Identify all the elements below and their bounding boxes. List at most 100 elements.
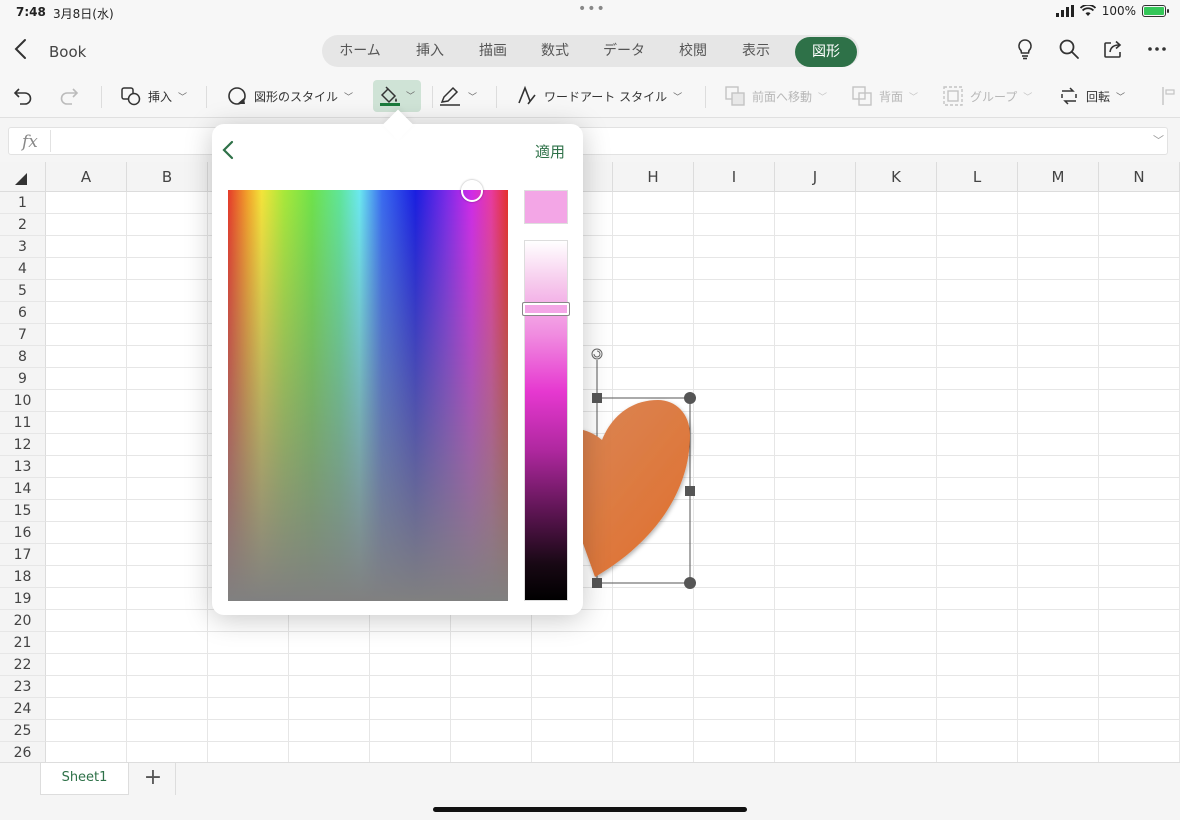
expand-chevron-icon[interactable]: ﹀ <box>1153 132 1164 148</box>
row-header[interactable]: 17 <box>0 544 46 566</box>
redo-button[interactable] <box>58 84 80 108</box>
row-header[interactable]: 9 <box>0 368 46 390</box>
status-right: 100% <box>1055 4 1169 18</box>
tab-draw[interactable]: 描画 <box>462 35 524 67</box>
resize-handle[interactable] <box>684 577 696 589</box>
row-header[interactable]: 5 <box>0 280 46 302</box>
group-label: グループ <box>970 89 1018 104</box>
group-button[interactable]: グループ ﹀ <box>942 84 1032 108</box>
undo-icon <box>13 88 32 105</box>
insert-shape-button[interactable]: 挿入 ﹀ <box>120 84 187 108</box>
formula-bar: fx ﹀ <box>0 118 1180 162</box>
document-title[interactable]: Book <box>49 43 86 61</box>
row-header[interactable]: 18 <box>0 566 46 588</box>
wordart-style-button[interactable]: ワードアート スタイル ﹀ <box>516 84 682 108</box>
shape-outline-button[interactable]: ﹀ <box>438 84 477 108</box>
resize-handle[interactable] <box>684 392 696 404</box>
row-header[interactable]: 19 <box>0 588 46 610</box>
row-header[interactable]: 3 <box>0 236 46 258</box>
row-header[interactable]: 13 <box>0 456 46 478</box>
chevron-down-icon: ﹀ <box>1023 92 1033 103</box>
chevron-down-icon: ﹀ <box>344 92 354 103</box>
select-all-corner[interactable] <box>0 162 46 192</box>
chevron-down-icon: ﹀ <box>1116 92 1126 103</box>
battery-icon <box>1142 5 1169 17</box>
ribbon-toolbar: 挿入 ﹀ 図形のスタイル ﹀ ﹀ ワードアート スタイル ﹀ 前面へ移動 ﹀ 背… <box>0 74 1180 118</box>
row-header[interactable]: 20 <box>0 610 46 632</box>
row-header[interactable]: 16 <box>0 522 46 544</box>
multitasking-dots[interactable]: ••• <box>578 1 606 17</box>
fx-icon[interactable]: fx <box>22 132 38 152</box>
undo-button[interactable] <box>12 84 34 108</box>
tab-home[interactable]: ホーム <box>328 35 392 67</box>
row-header[interactable]: 2 <box>0 214 46 236</box>
wifi-icon <box>1079 5 1096 16</box>
send-backward-button[interactable]: 背面 ﹀ <box>851 84 918 108</box>
tab-shape[interactable]: 図形 <box>795 37 857 67</box>
row-header[interactable]: 25 <box>0 720 46 742</box>
spectrum-handle[interactable] <box>460 180 483 202</box>
row-header[interactable]: 15 <box>0 500 46 522</box>
more-icon[interactable] <box>1146 38 1168 60</box>
tab-insert[interactable]: 挿入 <box>398 35 462 67</box>
top-actions <box>1014 38 1168 60</box>
row-header[interactable]: 26 <box>0 742 46 762</box>
back-chevron-icon[interactable] <box>12 37 30 61</box>
align-button[interactable] <box>1160 84 1176 108</box>
row-header[interactable]: 23 <box>0 676 46 698</box>
sheet-tab-sheet1[interactable]: Sheet1 <box>40 763 129 795</box>
column-header[interactable]: J <box>775 162 856 192</box>
row-header[interactable]: 10 <box>0 390 46 412</box>
formula-divider <box>50 130 51 152</box>
tab-formulas[interactable]: 数式 <box>524 35 586 67</box>
column-header[interactable]: N <box>1099 162 1180 192</box>
column-header[interactable]: M <box>1018 162 1099 192</box>
resize-handle[interactable] <box>592 393 602 403</box>
search-icon[interactable] <box>1058 38 1080 60</box>
shade-slider-handle[interactable] <box>522 301 570 316</box>
row-header[interactable]: 4 <box>0 258 46 280</box>
tab-view[interactable]: 表示 <box>725 35 787 67</box>
bring-forward-button[interactable]: 前面へ移動 ﹀ <box>724 84 827 108</box>
row-header[interactable]: 12 <box>0 434 46 456</box>
apply-button[interactable]: 適用 <box>535 141 565 162</box>
column-header[interactable]: K <box>856 162 937 192</box>
share-icon[interactable] <box>1102 38 1124 60</box>
battery-percent: 100% <box>1101 4 1136 18</box>
ribbon-tabs: ホーム 挿入 描画 数式 データ 校閲 表示 図形 <box>322 35 859 67</box>
add-sheet-button[interactable]: + <box>138 765 168 793</box>
color-spectrum[interactable] <box>228 190 508 601</box>
shape-fill-button[interactable]: ﹀ <box>373 80 421 112</box>
shape-style-button[interactable]: 図形のスタイル ﹀ <box>226 84 353 108</box>
row-header[interactable]: 11 <box>0 412 46 434</box>
row-header[interactable]: 22 <box>0 654 46 676</box>
column-header[interactable]: H <box>613 162 694 192</box>
lightbulb-icon[interactable] <box>1014 38 1036 60</box>
row-header[interactable]: 1 <box>0 192 46 214</box>
group-icon <box>943 86 963 106</box>
paint-bucket-icon <box>380 86 400 106</box>
shade-slider[interactable] <box>524 240 568 601</box>
row-header[interactable]: 6 <box>0 302 46 324</box>
popover-back-icon[interactable] <box>221 140 235 160</box>
column-header[interactable]: A <box>46 162 127 192</box>
align-icon <box>1162 87 1175 105</box>
tab-review[interactable]: 校閲 <box>662 35 724 67</box>
wordart-icon <box>518 85 536 105</box>
resize-handle[interactable] <box>592 578 602 588</box>
column-header[interactable]: I <box>694 162 775 192</box>
rotate-button[interactable]: 回転 ﹀ <box>1058 84 1125 108</box>
row-header[interactable]: 7 <box>0 324 46 346</box>
row-header[interactable]: 14 <box>0 478 46 500</box>
column-header[interactable]: B <box>127 162 208 192</box>
home-indicator[interactable] <box>433 807 747 812</box>
resize-handle[interactable] <box>685 486 695 496</box>
rotate-icon <box>1061 87 1077 105</box>
row-header[interactable]: 21 <box>0 632 46 654</box>
tab-data[interactable]: データ <box>592 35 656 67</box>
row-header[interactable]: 24 <box>0 698 46 720</box>
formula-input[interactable] <box>8 127 1168 155</box>
row-header[interactable]: 8 <box>0 346 46 368</box>
column-header[interactable]: L <box>937 162 1018 192</box>
chevron-down-icon: ﹀ <box>909 92 919 103</box>
